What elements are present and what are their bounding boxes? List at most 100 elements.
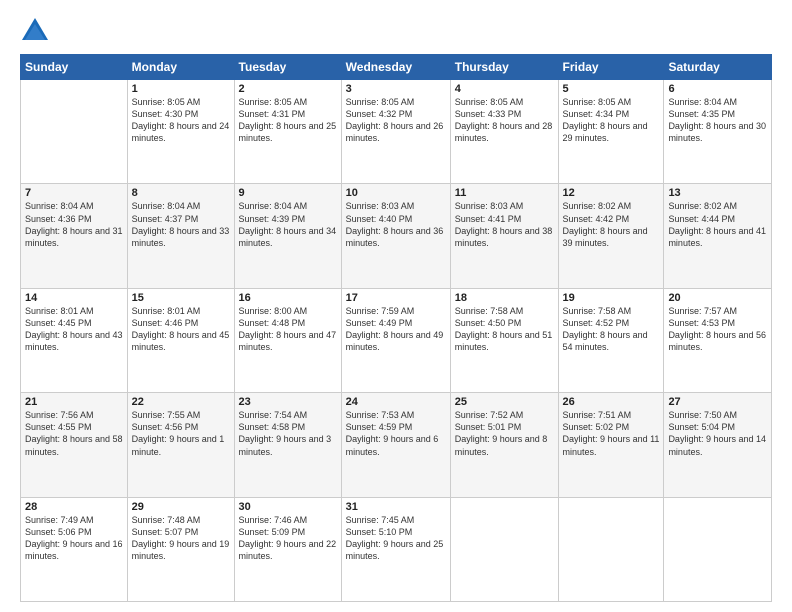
col-header-monday: Monday [127,55,234,80]
day-info: Sunrise: 8:01 AM Sunset: 4:45 PM Dayligh… [25,305,123,354]
day-number: 28 [25,501,123,513]
day-cell: 4Sunrise: 8:05 AM Sunset: 4:33 PM Daylig… [450,80,558,184]
day-number: 26 [563,396,660,408]
day-info: Sunrise: 8:03 AM Sunset: 4:41 PM Dayligh… [455,200,554,249]
week-row-4: 21Sunrise: 7:56 AM Sunset: 4:55 PM Dayli… [21,393,772,497]
day-info: Sunrise: 7:49 AM Sunset: 5:06 PM Dayligh… [25,514,123,563]
day-cell: 12Sunrise: 8:02 AM Sunset: 4:42 PM Dayli… [558,184,664,288]
day-number: 4 [455,83,554,95]
header [20,16,772,44]
col-header-tuesday: Tuesday [234,55,341,80]
day-cell [21,80,128,184]
day-info: Sunrise: 7:58 AM Sunset: 4:52 PM Dayligh… [563,305,660,354]
day-cell [664,497,772,601]
day-info: Sunrise: 8:04 AM Sunset: 4:35 PM Dayligh… [668,96,767,145]
day-info: Sunrise: 7:57 AM Sunset: 4:53 PM Dayligh… [668,305,767,354]
day-cell: 8Sunrise: 8:04 AM Sunset: 4:37 PM Daylig… [127,184,234,288]
day-info: Sunrise: 8:03 AM Sunset: 4:40 PM Dayligh… [346,200,446,249]
day-cell: 27Sunrise: 7:50 AM Sunset: 5:04 PM Dayli… [664,393,772,497]
day-info: Sunrise: 7:51 AM Sunset: 5:02 PM Dayligh… [563,409,660,458]
day-info: Sunrise: 7:55 AM Sunset: 4:56 PM Dayligh… [132,409,230,458]
day-cell [450,497,558,601]
day-cell: 24Sunrise: 7:53 AM Sunset: 4:59 PM Dayli… [341,393,450,497]
day-info: Sunrise: 7:52 AM Sunset: 5:01 PM Dayligh… [455,409,554,458]
day-number: 18 [455,292,554,304]
day-info: Sunrise: 8:02 AM Sunset: 4:42 PM Dayligh… [563,200,660,249]
day-number: 31 [346,501,446,513]
day-number: 29 [132,501,230,513]
day-cell: 10Sunrise: 8:03 AM Sunset: 4:40 PM Dayli… [341,184,450,288]
day-cell: 17Sunrise: 7:59 AM Sunset: 4:49 PM Dayli… [341,288,450,392]
day-cell: 3Sunrise: 8:05 AM Sunset: 4:32 PM Daylig… [341,80,450,184]
day-number: 22 [132,396,230,408]
day-cell: 31Sunrise: 7:45 AM Sunset: 5:10 PM Dayli… [341,497,450,601]
day-number: 5 [563,83,660,95]
day-cell: 13Sunrise: 8:02 AM Sunset: 4:44 PM Dayli… [664,184,772,288]
day-number: 25 [455,396,554,408]
logo [20,16,54,44]
day-number: 10 [346,187,446,199]
day-number: 20 [668,292,767,304]
day-number: 14 [25,292,123,304]
week-row-3: 14Sunrise: 8:01 AM Sunset: 4:45 PM Dayli… [21,288,772,392]
col-header-thursday: Thursday [450,55,558,80]
day-info: Sunrise: 8:02 AM Sunset: 4:44 PM Dayligh… [668,200,767,249]
day-cell: 20Sunrise: 7:57 AM Sunset: 4:53 PM Dayli… [664,288,772,392]
week-row-5: 28Sunrise: 7:49 AM Sunset: 5:06 PM Dayli… [21,497,772,601]
week-row-1: 1Sunrise: 8:05 AM Sunset: 4:30 PM Daylig… [21,80,772,184]
day-info: Sunrise: 8:01 AM Sunset: 4:46 PM Dayligh… [132,305,230,354]
day-cell: 25Sunrise: 7:52 AM Sunset: 5:01 PM Dayli… [450,393,558,497]
day-info: Sunrise: 8:00 AM Sunset: 4:48 PM Dayligh… [239,305,337,354]
day-number: 30 [239,501,337,513]
col-header-saturday: Saturday [664,55,772,80]
day-info: Sunrise: 8:05 AM Sunset: 4:33 PM Dayligh… [455,96,554,145]
day-cell: 14Sunrise: 8:01 AM Sunset: 4:45 PM Dayli… [21,288,128,392]
day-number: 27 [668,396,767,408]
day-info: Sunrise: 7:58 AM Sunset: 4:50 PM Dayligh… [455,305,554,354]
col-header-sunday: Sunday [21,55,128,80]
day-cell: 18Sunrise: 7:58 AM Sunset: 4:50 PM Dayli… [450,288,558,392]
day-cell: 30Sunrise: 7:46 AM Sunset: 5:09 PM Dayli… [234,497,341,601]
day-cell: 11Sunrise: 8:03 AM Sunset: 4:41 PM Dayli… [450,184,558,288]
day-cell: 2Sunrise: 8:05 AM Sunset: 4:31 PM Daylig… [234,80,341,184]
day-cell: 26Sunrise: 7:51 AM Sunset: 5:02 PM Dayli… [558,393,664,497]
logo-icon [20,16,50,44]
day-info: Sunrise: 8:05 AM Sunset: 4:32 PM Dayligh… [346,96,446,145]
day-cell: 7Sunrise: 8:04 AM Sunset: 4:36 PM Daylig… [21,184,128,288]
day-number: 8 [132,187,230,199]
day-number: 13 [668,187,767,199]
col-header-friday: Friday [558,55,664,80]
day-cell: 29Sunrise: 7:48 AM Sunset: 5:07 PM Dayli… [127,497,234,601]
day-number: 3 [346,83,446,95]
day-cell: 28Sunrise: 7:49 AM Sunset: 5:06 PM Dayli… [21,497,128,601]
day-cell: 21Sunrise: 7:56 AM Sunset: 4:55 PM Dayli… [21,393,128,497]
day-info: Sunrise: 8:05 AM Sunset: 4:34 PM Dayligh… [563,96,660,145]
day-cell: 6Sunrise: 8:04 AM Sunset: 4:35 PM Daylig… [664,80,772,184]
day-info: Sunrise: 7:56 AM Sunset: 4:55 PM Dayligh… [25,409,123,458]
day-info: Sunrise: 7:50 AM Sunset: 5:04 PM Dayligh… [668,409,767,458]
week-row-2: 7Sunrise: 8:04 AM Sunset: 4:36 PM Daylig… [21,184,772,288]
day-number: 2 [239,83,337,95]
day-number: 12 [563,187,660,199]
day-number: 6 [668,83,767,95]
day-cell: 19Sunrise: 7:58 AM Sunset: 4:52 PM Dayli… [558,288,664,392]
day-info: Sunrise: 7:59 AM Sunset: 4:49 PM Dayligh… [346,305,446,354]
day-cell: 16Sunrise: 8:00 AM Sunset: 4:48 PM Dayli… [234,288,341,392]
calendar: SundayMondayTuesdayWednesdayThursdayFrid… [20,54,772,602]
col-header-wednesday: Wednesday [341,55,450,80]
day-cell: 1Sunrise: 8:05 AM Sunset: 4:30 PM Daylig… [127,80,234,184]
day-info: Sunrise: 8:04 AM Sunset: 4:36 PM Dayligh… [25,200,123,249]
day-info: Sunrise: 7:48 AM Sunset: 5:07 PM Dayligh… [132,514,230,563]
day-info: Sunrise: 7:53 AM Sunset: 4:59 PM Dayligh… [346,409,446,458]
day-number: 15 [132,292,230,304]
day-number: 11 [455,187,554,199]
day-number: 21 [25,396,123,408]
day-info: Sunrise: 8:05 AM Sunset: 4:31 PM Dayligh… [239,96,337,145]
day-number: 1 [132,83,230,95]
calendar-header-row: SundayMondayTuesdayWednesdayThursdayFrid… [21,55,772,80]
day-cell [558,497,664,601]
day-info: Sunrise: 7:46 AM Sunset: 5:09 PM Dayligh… [239,514,337,563]
day-number: 23 [239,396,337,408]
page: SundayMondayTuesdayWednesdayThursdayFrid… [0,0,792,612]
day-info: Sunrise: 8:04 AM Sunset: 4:39 PM Dayligh… [239,200,337,249]
